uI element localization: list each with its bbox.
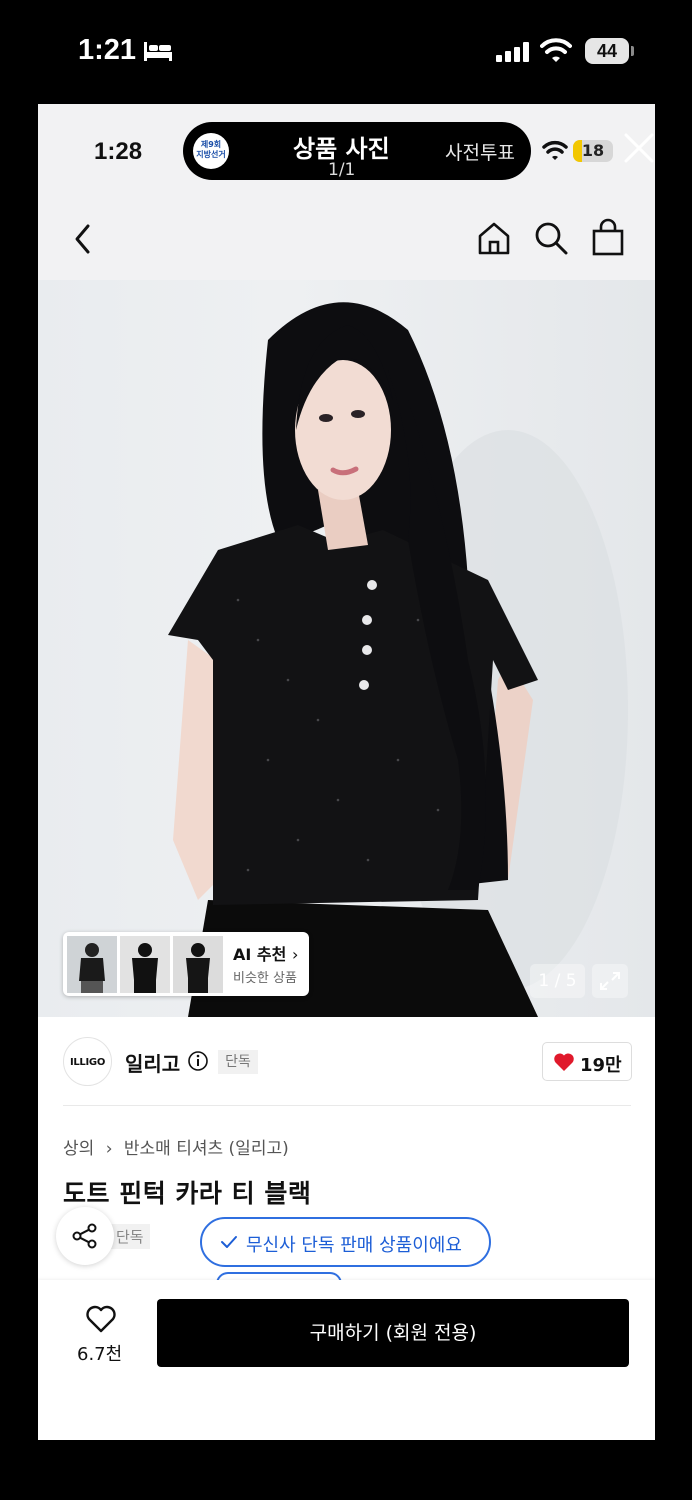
thumb-illustration-2 (120, 936, 170, 993)
recommend-thumb-2[interactable] (120, 936, 170, 993)
product-exclusive-badge: 단독 (110, 1224, 150, 1249)
exclusive-notice-pill[interactable]: 무신사 단독 판매 상품이에요 (200, 1217, 491, 1267)
divider (63, 1105, 631, 1106)
inner-status-time: 1:28 (94, 138, 143, 165)
check-icon (221, 1236, 237, 1248)
photo-page-indicator: 1 / 5 (530, 964, 585, 998)
app-screenshot: 1:28 제9회 지방선거 상품 사진 1/1 사전투표 18 AI 추천 › … (38, 104, 655, 1440)
inner-status-bar: 1:28 제9회 지방선거 상품 사진 1/1 사전투표 18 (38, 104, 655, 200)
inner-battery-fill (573, 140, 582, 162)
search-icon[interactable] (533, 220, 569, 256)
ai-recommend-title-text: AI 추천 (233, 945, 287, 964)
buy-button[interactable]: 구매하기 (회원 전용) (157, 1299, 629, 1367)
breadcrumb-subcategory[interactable]: 반소매 티셔츠 (일리고) (124, 1134, 289, 1159)
election-logo-line1: 제9회 (200, 140, 222, 149)
bottom-purchase-bar: 6.7천 구매하기 (회원 전용) (38, 1280, 655, 1440)
product-title: 도트 핀턱 카라 티 블랙 (63, 1179, 312, 1208)
inner-battery-level: 18 (581, 141, 605, 160)
recommend-thumb-3[interactable] (173, 936, 223, 993)
product-photo[interactable]: AI 추천 › 비슷한 상품 1 / 5 (38, 280, 655, 1017)
brand-like-count: 19만 (580, 1055, 622, 1076)
breadcrumb-category[interactable]: 상의 (63, 1134, 94, 1159)
shopping-bag-icon[interactable] (590, 218, 626, 256)
inner-battery: 18 (573, 140, 613, 162)
status-time: 1:21 (78, 34, 137, 66)
back-arrow-icon[interactable] (72, 222, 94, 256)
wifi-icon (540, 38, 572, 62)
exclusive-notice-text: 무신사 단독 판매 상품이에요 (246, 1235, 462, 1256)
early-vote-label: 사전투표 (445, 142, 515, 164)
viewer-title: 상품 사진 (293, 135, 390, 163)
viewer-page-count: 1/1 (328, 160, 356, 180)
recommend-thumb-1[interactable] (67, 936, 117, 993)
info-icon[interactable] (187, 1050, 209, 1072)
bed-icon (144, 42, 172, 61)
heart-filled-icon (554, 1053, 574, 1071)
favorite-heart-icon[interactable] (85, 1305, 117, 1333)
photo-viewer-pill: 제9회 지방선거 상품 사진 1/1 사전투표 (183, 122, 531, 180)
favorite-count: 6.7천 (77, 1344, 123, 1365)
brand-name[interactable]: 일리고 (125, 1048, 180, 1077)
brand-logo[interactable]: ILLIGO (63, 1037, 112, 1086)
breadcrumb: 상의 › 반소매 티셔츠 (일리고) (63, 1134, 289, 1159)
battery-nub (631, 46, 634, 56)
ai-recommend-title: AI 추천 › (233, 941, 298, 965)
close-icon[interactable] (623, 132, 655, 164)
share-icon (72, 1223, 97, 1249)
home-icon[interactable] (476, 220, 512, 256)
expand-icon (600, 972, 620, 990)
exclusive-badge: 단독 (218, 1050, 258, 1074)
model-illustration (168, 302, 628, 1017)
battery-level: 44 (585, 38, 629, 64)
expand-button[interactable] (592, 964, 628, 998)
chevron-right-icon: › (291, 945, 299, 964)
election-logo: 제9회 지방선거 (193, 133, 229, 169)
share-button[interactable] (56, 1207, 114, 1265)
ai-recommend-card[interactable]: AI 추천 › 비슷한 상품 (63, 932, 309, 996)
ai-recommend-subtitle: 비슷한 상품 (233, 971, 297, 986)
inner-wifi-icon (542, 140, 568, 160)
brand-like-button[interactable]: 19만 (542, 1042, 632, 1081)
thumb-illustration-3 (173, 936, 223, 993)
cellular-signal-icon (496, 42, 529, 62)
breadcrumb-chevron-icon: › (105, 1139, 113, 1159)
election-logo-line2: 지방선거 (196, 150, 226, 159)
thumb-illustration-1 (67, 936, 117, 993)
outer-status-bar: 1:21 44 (0, 0, 692, 104)
